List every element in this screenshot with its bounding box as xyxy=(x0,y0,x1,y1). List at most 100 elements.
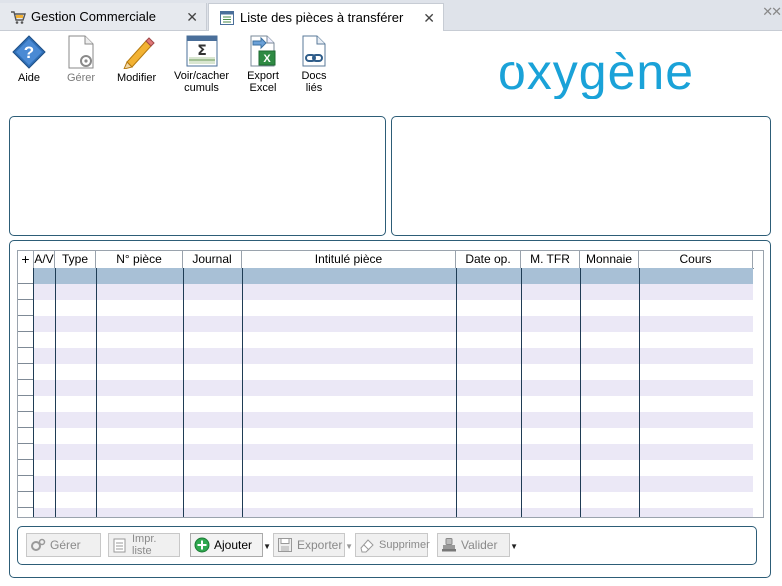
export-label-1: Export xyxy=(247,70,279,82)
table-row[interactable] xyxy=(18,316,753,332)
window-close-icon[interactable]: ✕✕ xyxy=(762,4,782,20)
row-header-cell[interactable] xyxy=(18,460,33,476)
impr-liste-label: Impr. liste xyxy=(132,533,157,557)
table-row[interactable] xyxy=(18,444,753,460)
docs-lies-button[interactable]: Docs liés xyxy=(300,35,328,94)
row-header-cell[interactable] xyxy=(18,364,33,380)
stamp-icon xyxy=(442,538,456,552)
table-row[interactable] xyxy=(18,476,753,492)
gerer-button[interactable]: Gérer xyxy=(66,35,96,84)
info-panel-left xyxy=(9,116,386,236)
gerer-action-button[interactable]: Gérer xyxy=(26,533,101,557)
row-header-cell[interactable] xyxy=(18,508,33,517)
close-icon[interactable]: ✕ xyxy=(186,9,198,26)
column-divider xyxy=(242,268,243,517)
row-header-cell[interactable] xyxy=(18,348,33,364)
column-header-date-op[interactable]: Date op. xyxy=(456,251,521,268)
eraser-icon xyxy=(360,539,374,553)
impr-liste-button[interactable]: Impr. liste xyxy=(108,533,180,557)
row-header-cell[interactable] xyxy=(18,476,33,492)
table-row[interactable] xyxy=(18,428,753,444)
voir-cacher-label-2: cumuls xyxy=(184,82,219,94)
row-header-cell[interactable] xyxy=(18,284,33,300)
aide-button[interactable]: ? Aide xyxy=(12,35,46,84)
row-header-cell[interactable] xyxy=(18,332,33,348)
row-header-cell[interactable] xyxy=(18,396,33,412)
column-header-journal[interactable]: Journal xyxy=(183,251,242,268)
exporter-label: Exporter xyxy=(297,538,343,552)
row-header-cell[interactable] xyxy=(18,428,33,444)
table-row[interactable] xyxy=(18,508,753,517)
table-row[interactable] xyxy=(18,396,753,412)
excel-export-icon: X xyxy=(250,35,276,67)
grid-header: + A/V Type N° pièce Journal Intitulé piè… xyxy=(18,251,763,269)
add-icon xyxy=(194,537,210,553)
row-header-cell[interactable] xyxy=(18,300,33,316)
table-row[interactable] xyxy=(18,492,753,508)
column-divider xyxy=(580,268,581,517)
row-header-cell[interactable] xyxy=(18,316,33,332)
voir-cacher-label-1: Voir/cacher xyxy=(174,70,230,82)
modifier-button[interactable]: Modifier xyxy=(117,35,156,84)
ajouter-button[interactable]: Ajouter ▼ xyxy=(190,533,271,557)
pieces-grid[interactable]: + A/V Type N° pièce Journal Intitulé piè… xyxy=(17,250,764,518)
gears-icon xyxy=(31,538,46,551)
print-list-icon xyxy=(113,538,126,553)
column-header-monnaie[interactable]: Monnaie xyxy=(580,251,639,268)
docs-label-1: Docs xyxy=(301,70,327,82)
sigma-table-icon: Σ xyxy=(186,35,218,67)
row-header-cell[interactable] xyxy=(18,380,33,396)
column-header-cours[interactable]: Cours xyxy=(639,251,753,268)
column-header-av[interactable]: A/V xyxy=(34,251,55,268)
voir-cacher-cumuls-button[interactable]: Σ Voir/cacher cumuls xyxy=(174,35,229,94)
column-header-num-piece[interactable]: N° pièce xyxy=(96,251,183,268)
table-row[interactable] xyxy=(18,348,753,364)
valider-label: Valider xyxy=(461,538,498,552)
row-header-cell[interactable] xyxy=(18,412,33,428)
close-icon[interactable]: ✕ xyxy=(423,10,435,27)
row-header-column xyxy=(18,268,33,517)
export-excel-button[interactable]: X Export Excel xyxy=(247,35,279,94)
row-header-cell[interactable] xyxy=(18,492,33,508)
info-panel-right xyxy=(391,116,771,236)
floppy-disk-icon xyxy=(278,538,292,552)
row-header-cell[interactable] xyxy=(18,444,33,460)
row-header-cell[interactable] xyxy=(18,268,33,284)
chevron-down-icon[interactable]: ▼ xyxy=(263,542,271,551)
table-row[interactable] xyxy=(18,300,753,316)
table-row[interactable] xyxy=(18,460,753,476)
column-divider xyxy=(33,268,34,517)
aide-label: Aide xyxy=(17,72,41,84)
add-row-icon[interactable]: + xyxy=(18,251,34,268)
column-divider xyxy=(96,268,97,517)
tab-gestion-commerciale[interactable]: Gestion Commerciale ✕ xyxy=(0,3,207,30)
docs-label-2: liés xyxy=(305,82,323,94)
gerer-action-label: Gérer xyxy=(50,538,81,552)
vertical-scrollbar[interactable] xyxy=(754,268,763,517)
supprimer-button[interactable]: Supprimer xyxy=(355,533,430,557)
tab-bar: Gestion Commerciale ✕ Liste des pièces à… xyxy=(0,0,782,31)
table-row[interactable] xyxy=(18,380,753,396)
table-row[interactable] xyxy=(18,364,753,380)
shopping-cart-icon xyxy=(11,10,26,24)
column-header-intitule[interactable]: Intitulé pièce xyxy=(242,251,456,268)
table-row[interactable] xyxy=(18,268,753,284)
oxygene-logo: oxygène xyxy=(498,49,693,99)
exporter-button[interactable]: Exporter ▼ xyxy=(273,533,353,557)
chevron-down-icon[interactable]: ▼ xyxy=(345,542,353,551)
column-divider xyxy=(521,268,522,517)
table-row[interactable] xyxy=(18,412,753,428)
tab-liste-pieces[interactable]: Liste des pièces à transférer ✕ xyxy=(208,3,444,31)
table-row[interactable] xyxy=(18,332,753,348)
table-row[interactable] xyxy=(18,284,753,300)
svg-text:X: X xyxy=(263,53,271,65)
document-gear-icon xyxy=(68,35,94,69)
modifier-label: Modifier xyxy=(117,72,157,84)
column-header-m-tfr[interactable]: M. TFR xyxy=(521,251,580,268)
column-header-type[interactable]: Type xyxy=(55,251,96,268)
document-list-icon xyxy=(220,10,234,25)
valider-button[interactable]: Valider ▼ xyxy=(437,533,518,557)
svg-text:Σ: Σ xyxy=(197,43,207,59)
chevron-down-icon[interactable]: ▼ xyxy=(510,542,518,551)
column-divider xyxy=(456,268,457,517)
